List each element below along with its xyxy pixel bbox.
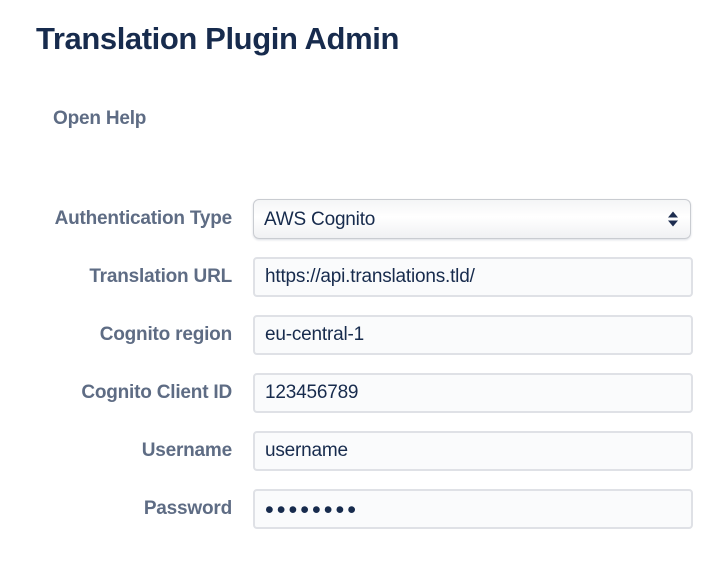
username-input[interactable] [253,431,693,471]
translation-url-input[interactable] [253,257,693,297]
help-row: Open Help [53,108,713,130]
username-label: Username [0,440,232,462]
cognito-region-input[interactable] [253,315,693,355]
form-row-translation-url: Translation URL [0,257,713,297]
authentication-type-select[interactable]: AWS Cognito [253,199,691,239]
cognito-client-id-label: Cognito Client ID [0,382,232,404]
password-input[interactable] [253,489,693,529]
form-row-authentication-type: Authentication Type AWS Cognito [0,199,713,239]
form-row-cognito-client-id: Cognito Client ID [0,373,713,413]
form-row-username: Username [0,431,713,471]
cognito-client-id-input[interactable] [253,373,693,413]
authentication-type-label: Authentication Type [0,208,232,230]
cognito-region-label: Cognito region [0,324,232,346]
form-row-password: Password [0,489,713,529]
open-help-link[interactable]: Open Help [53,108,146,129]
translation-url-label: Translation URL [0,266,232,288]
password-label: Password [0,498,232,520]
translation-plugin-admin-form: Authentication Type AWS Cognito Translat… [0,199,713,529]
form-row-cognito-region: Cognito region [0,315,713,355]
authentication-type-select-wrap: AWS Cognito [253,199,691,239]
page-title: Translation Plugin Admin [36,21,713,57]
